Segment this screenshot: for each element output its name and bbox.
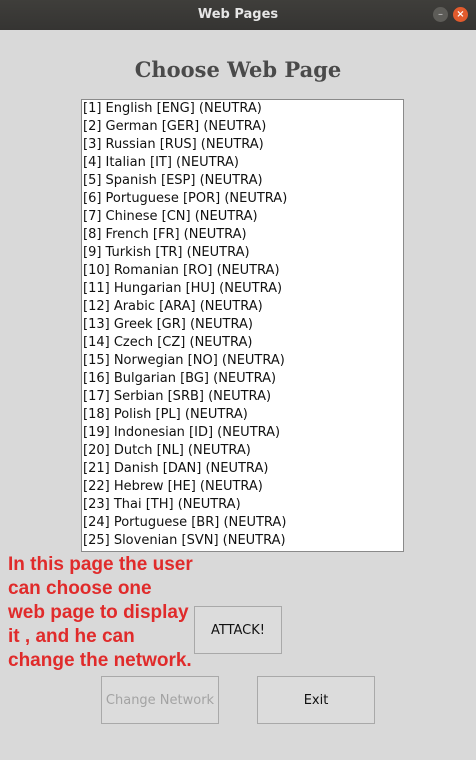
- list-item[interactable]: [11] Hungarian [HU] (NEUTRA): [82, 280, 403, 298]
- list-item[interactable]: [6] Portuguese [POR] (NEUTRA): [82, 190, 403, 208]
- page-title: Choose Web Page: [134, 57, 342, 82]
- list-item[interactable]: [7] Chinese [CN] (NEUTRA): [82, 208, 403, 226]
- list-item[interactable]: [16] Bulgarian [BG] (NEUTRA): [82, 370, 403, 388]
- list-item[interactable]: [19] Indonesian [ID] (NEUTRA): [82, 424, 403, 442]
- list-item[interactable]: [12] Arabic [ARA] (NEUTRA): [82, 298, 403, 316]
- list-item[interactable]: [5] Spanish [ESP] (NEUTRA): [82, 172, 403, 190]
- list-item[interactable]: [23] Thai [TH] (NEUTRA): [82, 496, 403, 514]
- list-item[interactable]: [25] Slovenian [SVN] (NEUTRA): [82, 532, 403, 550]
- change-network-button[interactable]: Change Network: [101, 676, 219, 724]
- annotation-text: In this page the user can choose one web…: [8, 554, 193, 671]
- window-titlebar[interactable]: Web Pages – ×: [0, 0, 476, 30]
- list-item[interactable]: [1] English [ENG] (NEUTRA): [82, 100, 403, 118]
- list-item[interactable]: [8] French [FR] (NEUTRA): [82, 226, 403, 244]
- list-item[interactable]: [14] Czech [CZ] (NEUTRA): [82, 334, 403, 352]
- list-item[interactable]: [22] Hebrew [HE] (NEUTRA): [82, 478, 403, 496]
- close-icon: ×: [456, 8, 465, 20]
- list-item[interactable]: [3] Russian [RUS] (NEUTRA): [82, 136, 403, 154]
- list-item[interactable]: [13] Greek [GR] (NEUTRA): [82, 316, 403, 334]
- list-item[interactable]: [20] Dutch [NL] (NEUTRA): [82, 442, 403, 460]
- list-item[interactable]: [17] Serbian [SRB] (NEUTRA): [82, 388, 403, 406]
- exit-button[interactable]: Exit: [257, 676, 375, 724]
- list-item[interactable]: [24] Portuguese [BR] (NEUTRA): [82, 514, 403, 532]
- list-item[interactable]: [4] Italian [IT] (NEUTRA): [82, 154, 403, 172]
- minimize-icon: –: [438, 8, 443, 20]
- web-page-listbox[interactable]: [1] English [ENG] (NEUTRA) [2] German [GE…: [81, 99, 404, 552]
- list-item[interactable]: [9] Turkish [TR] (NEUTRA): [82, 244, 403, 262]
- list-item[interactable]: [15] Norwegian [NO] (NEUTRA): [82, 352, 403, 370]
- list-item[interactable]: [18] Polish [PL] (NEUTRA): [82, 406, 403, 424]
- window-title: Web Pages: [197, 7, 279, 22]
- close-button[interactable]: ×: [453, 7, 468, 22]
- minimize-button[interactable]: –: [433, 7, 448, 22]
- list-item[interactable]: [21] Danish [DAN] (NEUTRA): [82, 460, 403, 478]
- list-item[interactable]: [2] German [GER] (NEUTRA): [82, 118, 403, 136]
- list-item[interactable]: [10] Romanian [RO] (NEUTRA): [82, 262, 403, 280]
- attack-button[interactable]: ATTACK!: [194, 606, 282, 654]
